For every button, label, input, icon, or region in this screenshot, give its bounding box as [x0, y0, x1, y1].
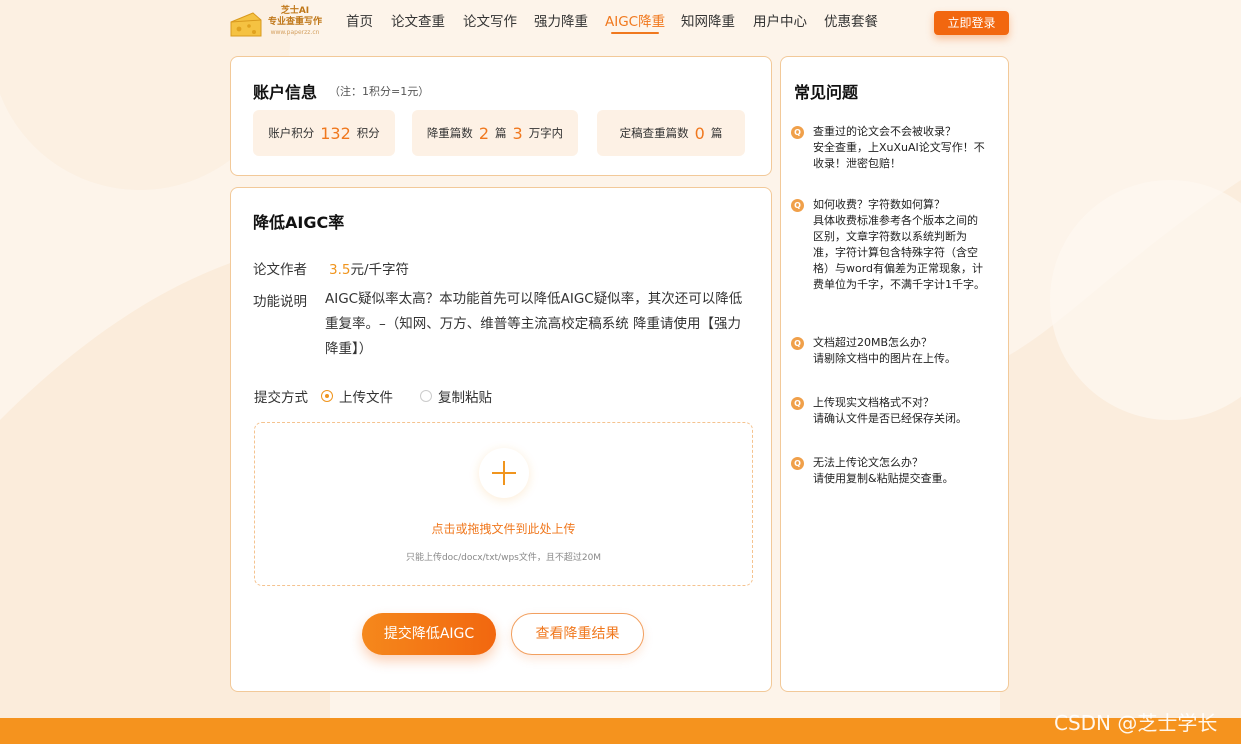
points-note: （注：1积分=1元） — [329, 85, 430, 98]
view-results-button[interactable]: 查看降重结果 — [511, 613, 644, 655]
price-value: 3.5 — [329, 262, 351, 278]
submit-method-label: 提交方式 — [254, 390, 308, 406]
faq-question: 如何收费？字符数如何算？ — [813, 198, 945, 211]
faq-question: 无法上传论文怎么办？ — [813, 456, 923, 469]
brand-logo[interactable]: 芝士AI 专业查重写作 www.paperzz.cn — [229, 6, 325, 44]
faq-item: Q 文档超过20MB怎么办？ 请剔除文档中的图片在上传。 — [791, 335, 991, 371]
stat-final-value: 0 — [694, 123, 705, 143]
radio-upload-file-label[interactable]: 上传文件 — [339, 386, 393, 406]
faq-answer: 请剔除文档中的图片在上传。 — [813, 352, 956, 365]
upload-dropzone[interactable]: 点击或拖拽文件到此处上传 只能上传doc/docx/txt/wps文件，且不超过… — [254, 422, 753, 586]
nav-active-underline — [611, 32, 660, 34]
author-label: 论文作者 — [253, 262, 307, 278]
nav-aigc-reduce-label: AIGC降重 — [605, 14, 666, 30]
nav-user-center[interactable]: 用户中心 — [753, 12, 807, 34]
upload-instruction: 点击或拖拽文件到此处上传 — [431, 522, 576, 536]
nav-home[interactable]: 首页 — [346, 12, 373, 34]
question-icon: Q — [791, 337, 804, 350]
radio-upload-file[interactable] — [321, 390, 333, 402]
submit-aigc-button[interactable]: 提交降低AIGC — [362, 613, 496, 655]
nav-paper-check[interactable]: 论文查重 — [391, 12, 445, 34]
stat-final-check: 定稿查重篇数 0 篇 — [597, 110, 745, 156]
nav-paper-writing[interactable]: 论文写作 — [463, 12, 517, 34]
faq-item: Q 查重过的论文会不会被收录？ 安全查重，上XuXuAI论文写作！不收录！泄密包… — [791, 124, 991, 176]
brand-name: 芝士AI — [280, 6, 310, 16]
faq-item: Q 如何收费？字符数如何算？ 具体收费标准参考各个版本之间的区别，文章字符数以系… — [791, 197, 991, 317]
upload-hint: 只能上传doc/docx/txt/wps文件，且不超过20M — [405, 553, 602, 563]
aigc-reduce-card: 降低AIGC率 论文作者 3.5元/千字符 功能说明 AIGC疑似率太高？本功能… — [230, 187, 772, 692]
faq-question: 文档超过20MB怎么办？ — [813, 336, 933, 349]
radio-copy-paste[interactable] — [420, 390, 432, 402]
description-label: 功能说明 — [253, 294, 307, 310]
stat-reduce-words-unit: 万字内 — [528, 126, 564, 140]
stat-reduce-words: 3 — [512, 123, 523, 143]
question-icon: Q — [791, 199, 804, 212]
price: 3.5元/千字符 — [329, 258, 409, 278]
stat-reduce-count: 降重篇数 2 篇 3 万字内 — [412, 110, 578, 156]
faq-card: 常见问题 Q 查重过的论文会不会被收录？ 安全查重，上XuXuAI论文写作！不收… — [780, 56, 1009, 692]
stat-final-unit: 篇 — [710, 126, 723, 140]
question-icon: Q — [791, 126, 804, 139]
brand-slogan: 专业查重写作 — [267, 17, 322, 27]
nav-aigc-reduce[interactable]: AIGC降重 — [605, 12, 665, 34]
nav-cnki-reduce[interactable]: 知网降重 — [681, 12, 735, 34]
stat-points-value: 132 — [320, 123, 351, 143]
account-info-title: 账户信息 — [253, 83, 318, 102]
brand-url: www.paperzz.cn — [270, 29, 320, 36]
cheese-logo-icon — [230, 12, 262, 37]
stat-points: 账户积分 132 积分 — [253, 110, 395, 156]
plus-icon — [479, 448, 529, 498]
stat-reduce-papers-unit: 篇 — [495, 126, 507, 140]
faq-answer: 安全查重，上XuXuAI论文写作！不收录！泄密包赔！ — [813, 141, 985, 170]
top-navigation: 芝士AI 专业查重写作 www.paperzz.cn 首页 论文查重 论文写作 … — [0, 0, 1241, 48]
aigc-reduce-title: 降低AIGC率 — [253, 213, 345, 232]
stat-final-label: 定稿查重篇数 — [619, 126, 689, 140]
radio-copy-paste-label[interactable]: 复制粘贴 — [438, 386, 492, 406]
faq-question: 查重过的论文会不会被收录？ — [813, 125, 956, 138]
description-text: AIGC疑似率太高？本功能首先可以降低AIGC疑似率，其次还可以降低重复率。–（… — [325, 291, 743, 357]
nav-strong-reduce[interactable]: 强力降重 — [534, 12, 588, 34]
login-button[interactable]: 立即登录 — [934, 11, 1009, 35]
question-icon: Q — [791, 397, 804, 410]
stat-points-unit: 积分 — [356, 126, 380, 140]
stat-reduce-label: 降重篇数 — [426, 126, 473, 140]
faq-title: 常见问题 — [794, 83, 859, 102]
price-unit: 元/千字符 — [350, 262, 410, 278]
question-icon: Q — [791, 457, 804, 470]
stat-points-label: 账户积分 — [268, 126, 315, 140]
stat-reduce-papers: 2 — [478, 123, 489, 143]
csdn-watermark: CSDN @芝士学长 — [1054, 711, 1218, 735]
account-info-card: 账户信息 （注：1积分=1元） 账户积分 132 积分 降重篇数 2 篇 3 万… — [230, 56, 772, 176]
faq-item: Q 无法上传论文怎么办？ 请使用复制&粘贴提交查重。 — [791, 455, 991, 491]
faq-question: 上传现实文档格式不对？ — [813, 396, 934, 409]
faq-answer: 请使用复制&粘贴提交查重。 — [813, 472, 954, 485]
faq-answer: 具体收费标准参考各个版本之间的区别，文章字符数以系统判断为准，字符计算包含特殊字… — [813, 214, 985, 291]
nav-packages[interactable]: 优惠套餐 — [824, 12, 878, 34]
faq-answer: 请确认文件是否已经保存关闭。 — [813, 412, 967, 425]
faq-item: Q 上传现实文档格式不对？ 请确认文件是否已经保存关闭。 — [791, 395, 991, 431]
